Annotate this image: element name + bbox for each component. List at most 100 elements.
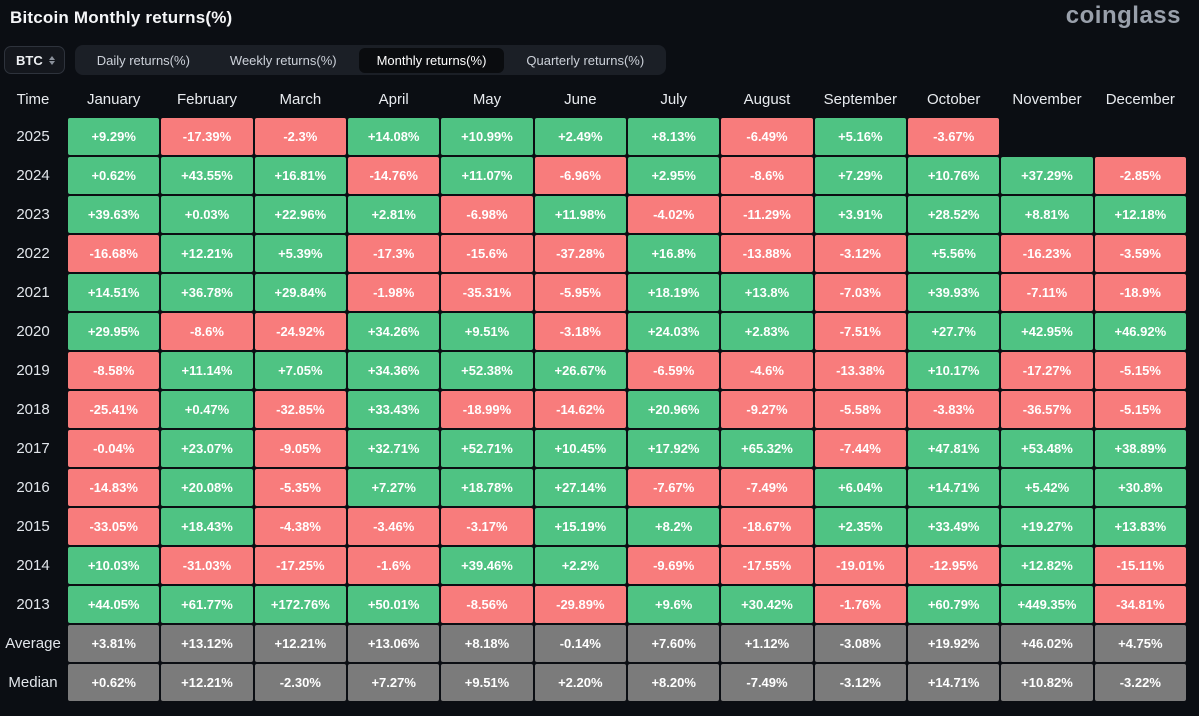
column-header: August — [721, 83, 812, 115]
return-cell: -3.12% — [815, 664, 906, 701]
tab-monthly-returns[interactable]: Monthly returns(%) — [359, 48, 505, 73]
return-cell: -0.04% — [68, 430, 159, 467]
return-cell: +12.18% — [1095, 196, 1186, 233]
return-cell: +39.63% — [68, 196, 159, 233]
symbol-select[interactable]: BTC — [4, 46, 65, 74]
return-cell: -7.49% — [721, 664, 812, 701]
return-cell: +19.92% — [908, 625, 999, 662]
return-cell: +172.76% — [255, 586, 346, 623]
return-cell: +20.08% — [161, 469, 252, 506]
return-cell: +52.38% — [441, 352, 532, 389]
return-cell: -31.03% — [161, 547, 252, 584]
table-row: 2020+29.95%-8.6%-24.92%+34.26%+9.51%-3.1… — [0, 313, 1186, 350]
tab-quarterly-returns[interactable]: Quarterly returns(%) — [508, 48, 662, 73]
return-cell: +9.29% — [68, 118, 159, 155]
return-cell: +44.05% — [68, 586, 159, 623]
return-cell: -5.95% — [535, 274, 626, 311]
return-cell: +3.91% — [815, 196, 906, 233]
return-cell: -18.99% — [441, 391, 532, 428]
return-cell: -36.57% — [1001, 391, 1092, 428]
table-row: 2016-14.83%+20.08%-5.35%+7.27%+18.78%+27… — [0, 469, 1186, 506]
return-cell: +12.21% — [255, 625, 346, 662]
return-cell: +5.16% — [815, 118, 906, 155]
return-cell: -7.44% — [815, 430, 906, 467]
return-cell: -8.6% — [721, 157, 812, 194]
return-cell: +15.19% — [535, 508, 626, 545]
return-cell: -16.23% — [1001, 235, 1092, 272]
return-cell: -4.02% — [628, 196, 719, 233]
row-label: 2024 — [0, 157, 66, 194]
return-cell: +33.49% — [908, 508, 999, 545]
return-cell: -7.51% — [815, 313, 906, 350]
row-label: 2022 — [0, 235, 66, 272]
return-cell: -35.31% — [441, 274, 532, 311]
return-cell: +29.84% — [255, 274, 346, 311]
row-label: 2021 — [0, 274, 66, 311]
return-cell: +10.17% — [908, 352, 999, 389]
return-cell: +17.92% — [628, 430, 719, 467]
row-label: 2015 — [0, 508, 66, 545]
return-cell: +24.03% — [628, 313, 719, 350]
return-cell: +19.27% — [1001, 508, 1092, 545]
return-cell: -3.12% — [815, 235, 906, 272]
return-cell: -7.03% — [815, 274, 906, 311]
return-cell: +14.71% — [908, 664, 999, 701]
table-row: 2025+9.29%-17.39%-2.3%+14.08%+10.99%+2.4… — [0, 118, 1186, 155]
return-cell: -5.15% — [1095, 391, 1186, 428]
page-title: Bitcoin Monthly returns(%) — [10, 8, 1187, 28]
return-cell: +2.49% — [535, 118, 626, 155]
column-header: February — [161, 83, 252, 115]
return-cell: -8.6% — [161, 313, 252, 350]
return-cell: -11.29% — [721, 196, 812, 233]
return-cell: +2.83% — [721, 313, 812, 350]
return-cell: -14.62% — [535, 391, 626, 428]
return-cell: +18.43% — [161, 508, 252, 545]
return-cell: +12.21% — [161, 235, 252, 272]
return-cell: +7.27% — [348, 664, 439, 701]
row-label: Average — [0, 625, 66, 662]
return-cell: +65.32% — [721, 430, 812, 467]
return-cell: -12.95% — [908, 547, 999, 584]
return-cell: +53.48% — [1001, 430, 1092, 467]
return-cell: -17.27% — [1001, 352, 1092, 389]
return-cell: -9.69% — [628, 547, 719, 584]
return-cell: -2.3% — [255, 118, 346, 155]
return-cell: -34.81% — [1095, 586, 1186, 623]
return-cell: +1.12% — [721, 625, 812, 662]
tab-daily-returns[interactable]: Daily returns(%) — [79, 48, 208, 73]
return-cell: -9.27% — [721, 391, 812, 428]
return-cell: +10.99% — [441, 118, 532, 155]
return-cell: +52.71% — [441, 430, 532, 467]
return-cell: +9.6% — [628, 586, 719, 623]
tab-weekly-returns[interactable]: Weekly returns(%) — [212, 48, 355, 73]
return-cell: +7.29% — [815, 157, 906, 194]
return-cell: -3.08% — [815, 625, 906, 662]
table-row: 2021+14.51%+36.78%+29.84%-1.98%-35.31%-5… — [0, 274, 1186, 311]
return-cell: +38.89% — [1095, 430, 1186, 467]
column-header: July — [628, 83, 719, 115]
return-cell: +7.60% — [628, 625, 719, 662]
return-cell: +13.8% — [721, 274, 812, 311]
return-cell — [1001, 118, 1092, 155]
time-column-header: Time — [0, 83, 66, 115]
table-row: 2024+0.62%+43.55%+16.81%-14.76%+11.07%-6… — [0, 157, 1186, 194]
return-cell: +8.13% — [628, 118, 719, 155]
return-cell: +5.39% — [255, 235, 346, 272]
return-cell: +27.7% — [908, 313, 999, 350]
returns-table: TimeJanuaryFebruaryMarchAprilMayJuneJuly… — [0, 83, 1199, 701]
column-header: January — [68, 83, 159, 115]
return-cell: -13.88% — [721, 235, 812, 272]
return-cell: -37.28% — [535, 235, 626, 272]
return-cell: +20.96% — [628, 391, 719, 428]
return-cell: -24.92% — [255, 313, 346, 350]
column-header: March — [255, 83, 346, 115]
return-cell: +18.19% — [628, 274, 719, 311]
return-cell: -17.3% — [348, 235, 439, 272]
return-cell: -2.85% — [1095, 157, 1186, 194]
return-cell: -4.38% — [255, 508, 346, 545]
return-cell: -3.18% — [535, 313, 626, 350]
table-header-row: TimeJanuaryFebruaryMarchAprilMayJuneJuly… — [0, 83, 1186, 115]
return-cell: +22.96% — [255, 196, 346, 233]
return-cell: +2.35% — [815, 508, 906, 545]
return-cell: +5.56% — [908, 235, 999, 272]
